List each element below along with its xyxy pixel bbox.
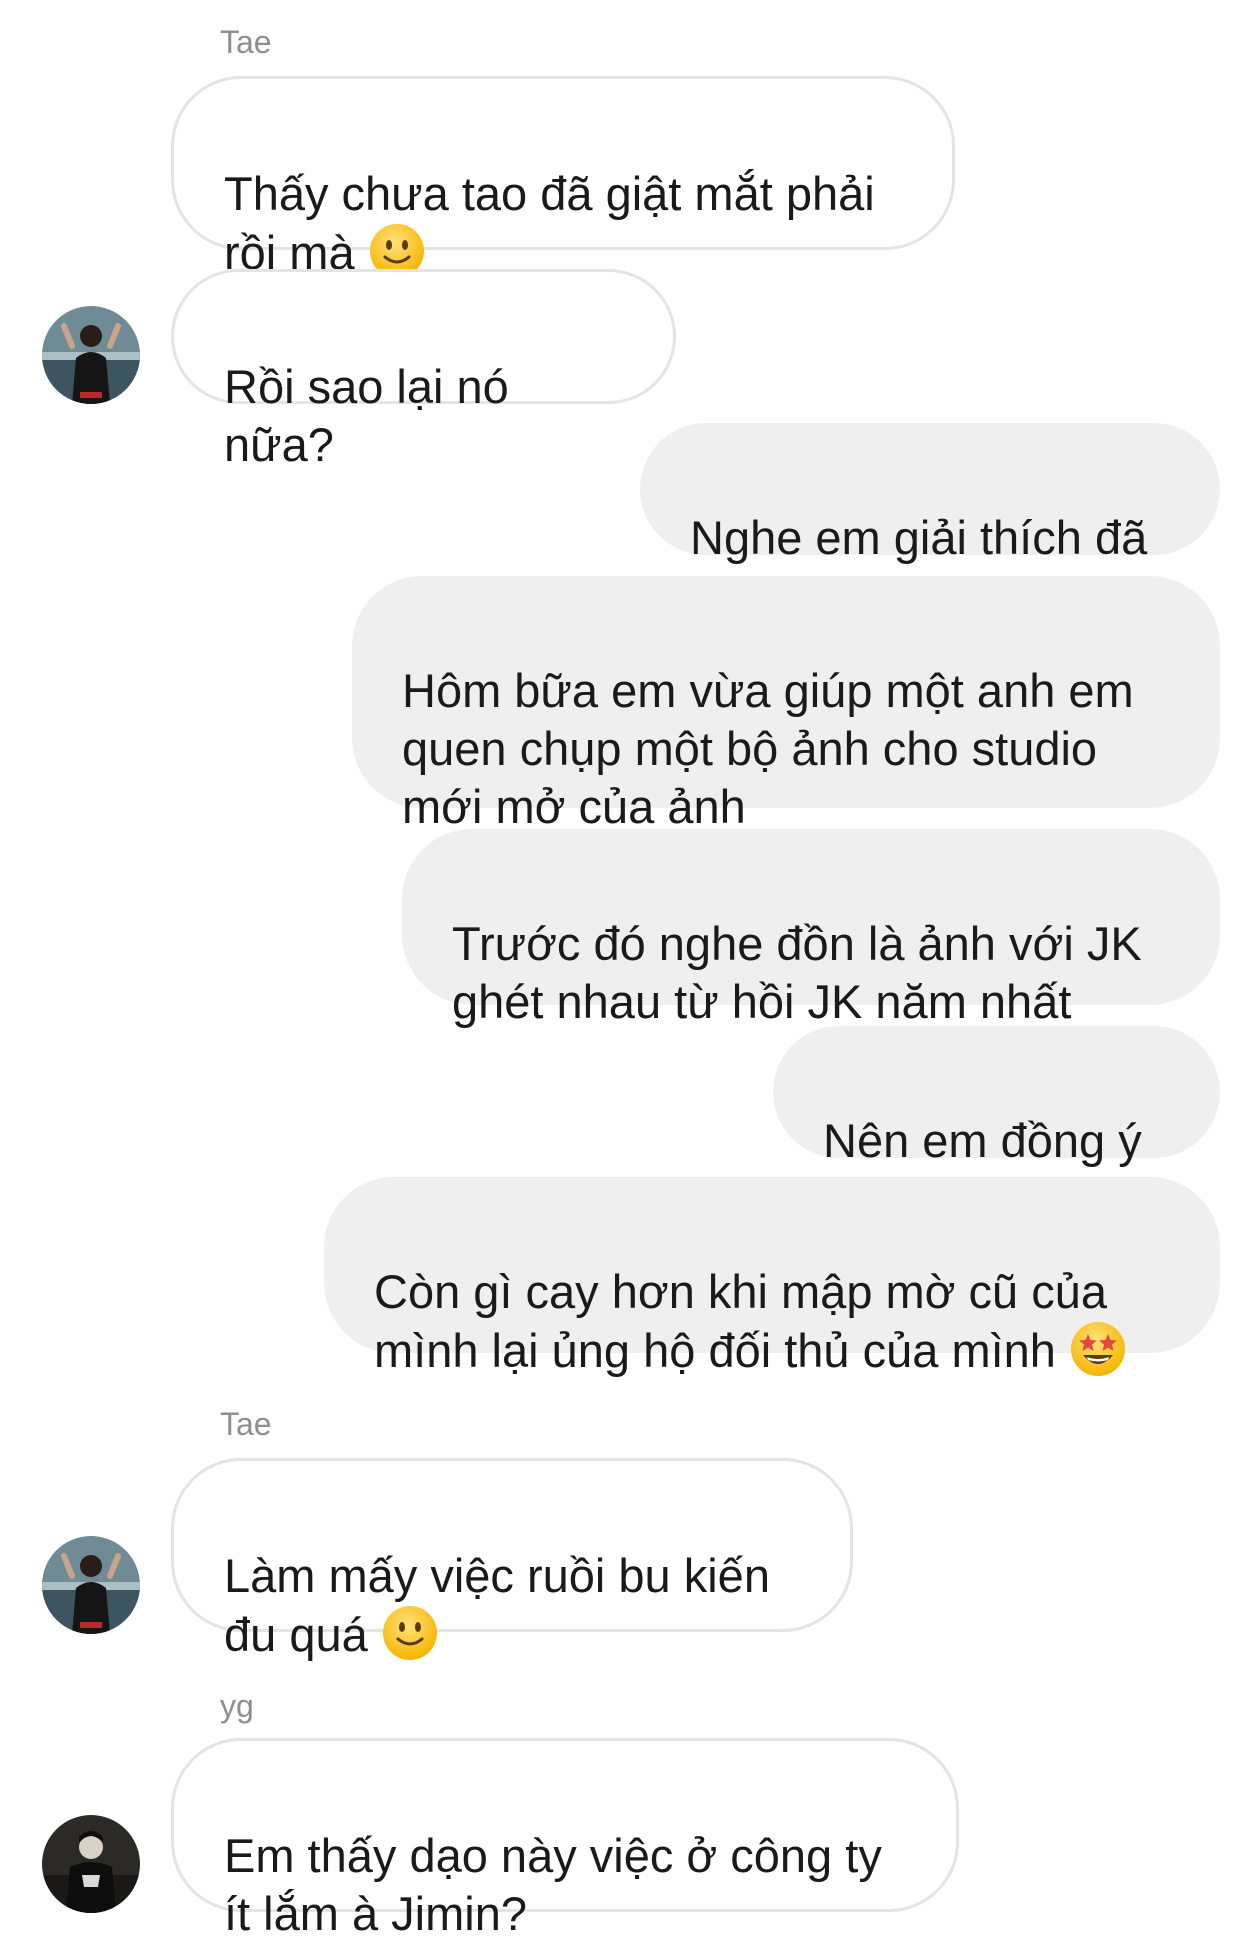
message-text: Trước đó nghe đồn là ảnh với JK ghét nha…	[452, 917, 1142, 1028]
message-bubble[interactable]: Còn gì cay hơn khi mập mờ cũ của mình lạ…	[324, 1177, 1220, 1377]
avatar-tae[interactable]	[42, 306, 140, 404]
message-text: Nghe em giải thích đã	[690, 511, 1148, 564]
message-text: Hôm bữa em vừa giúp một anh em quen chụp…	[402, 664, 1134, 833]
message-bubble[interactable]: Rồi sao lại nó nữa?	[171, 269, 676, 471]
message-bubble[interactable]: Trước đó nghe đồn là ảnh với JK ghét nha…	[402, 829, 1220, 1028]
sender-name-yg: yg	[220, 1688, 254, 1724]
avatar-tae[interactable]	[42, 1536, 140, 1634]
message-text: Em thấy dạo này việc ở công ty ít lắm à …	[224, 1829, 882, 1940]
message-text: Thấy chưa tao đã giật mắt phải rồi mà	[224, 167, 875, 279]
message-text: Làm mấy việc ruồi bu kiến đu quá	[224, 1549, 770, 1661]
message-text: Rồi sao lại nó nữa?	[224, 360, 509, 471]
message-bubble[interactable]: Em thấy dạo này việc ở công ty ít lắm à …	[171, 1738, 959, 1940]
sender-name-tae: Tae	[220, 1406, 272, 1442]
message-bubble[interactable]: Thấy chưa tao đã giật mắt phải rồi mà	[171, 76, 955, 279]
avatar-yg[interactable]	[42, 1815, 140, 1913]
sender-name-tae: Tae	[220, 24, 272, 60]
message-bubble[interactable]: Hôm bữa em vừa giúp một anh em quen chụp…	[352, 576, 1220, 833]
message-text: Còn gì cay hơn khi mập mờ cũ của mình lạ…	[374, 1265, 1108, 1377]
message-text: Nên em đồng ý	[823, 1114, 1142, 1167]
message-bubble[interactable]: Nên em đồng ý	[773, 1026, 1220, 1167]
message-bubble[interactable]: Nghe em giải thích đã	[640, 423, 1220, 564]
message-bubble[interactable]: Làm mấy việc ruồi bu kiến đu quá	[171, 1458, 853, 1661]
star-struck-face-icon	[1070, 1321, 1126, 1377]
slightly-smiling-face-icon	[382, 1605, 438, 1661]
